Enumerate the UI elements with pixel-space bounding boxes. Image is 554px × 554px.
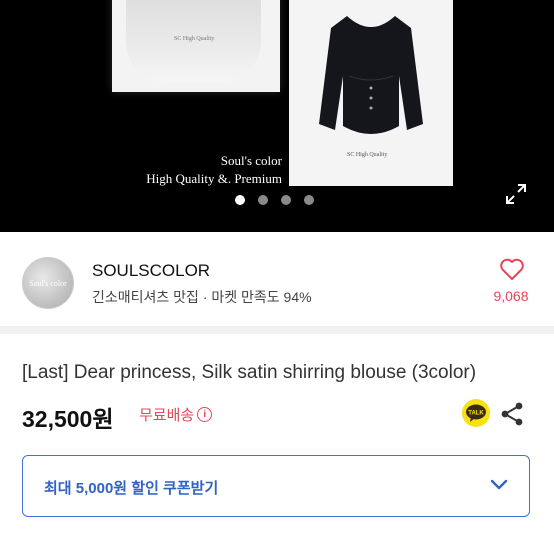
seller-description: 긴소매티셔츠 맛집 · 마켓 만족도 94% <box>92 289 312 305</box>
info-icon: i <box>197 407 213 422</box>
seller-name[interactable]: SOULSCOLOR <box>92 261 210 281</box>
share-icon[interactable] <box>500 401 524 427</box>
kakao-talk-icon[interactable]: TALK <box>462 399 490 427</box>
card-left-tag: SC High Quality <box>174 36 215 42</box>
free-shipping-link[interactable]: 무료배송 i <box>139 404 213 425</box>
product-image-card-left: SC High Quality <box>112 0 280 92</box>
carousel-dot-2[interactable] <box>258 195 268 205</box>
carousel-dot-1[interactable] <box>235 195 245 205</box>
avatar-logo-text: Soul's color <box>29 278 67 288</box>
carousel-dot-3[interactable] <box>281 195 291 205</box>
like-count: 9,068 <box>493 288 529 304</box>
slogan-line-1: Soul's color <box>220 153 282 168</box>
card-right-tag: SC High Quality <box>347 152 388 158</box>
product-title: [Last] Dear princess, Silk satin shirrin… <box>22 362 477 383</box>
product-price: 32,500원 <box>22 406 114 432</box>
product-image-carousel[interactable]: SC High Quality SC High Quality Soul's c… <box>0 0 554 232</box>
carousel-indicator <box>235 195 314 205</box>
coupon-button[interactable]: 최대 5,000원 할인 쿠폰받기 <box>22 455 530 517</box>
slogan-line-2: High Quality &. Premium <box>146 171 282 186</box>
black-blouse-image <box>319 16 423 134</box>
expand-icon[interactable] <box>505 183 527 205</box>
coupon-label: 최대 5,000원 할인 쿠폰받기 <box>44 480 219 497</box>
heart-icon[interactable] <box>499 257 525 281</box>
seller-section: Soul's color SOULSCOLOR 긴소매티셔츠 맛집 · 마켓 만… <box>0 232 554 334</box>
carousel-dot-4[interactable] <box>304 195 314 205</box>
talk-label: TALK <box>468 411 484 417</box>
chevron-down-icon <box>490 479 508 490</box>
shipping-label: 무료배송 <box>139 407 195 424</box>
seller-avatar[interactable]: Soul's color <box>22 257 74 309</box>
brand-slogan: Soul's color High Quality &. Premium <box>122 152 282 188</box>
product-image-card-right: SC High Quality <box>289 0 453 186</box>
